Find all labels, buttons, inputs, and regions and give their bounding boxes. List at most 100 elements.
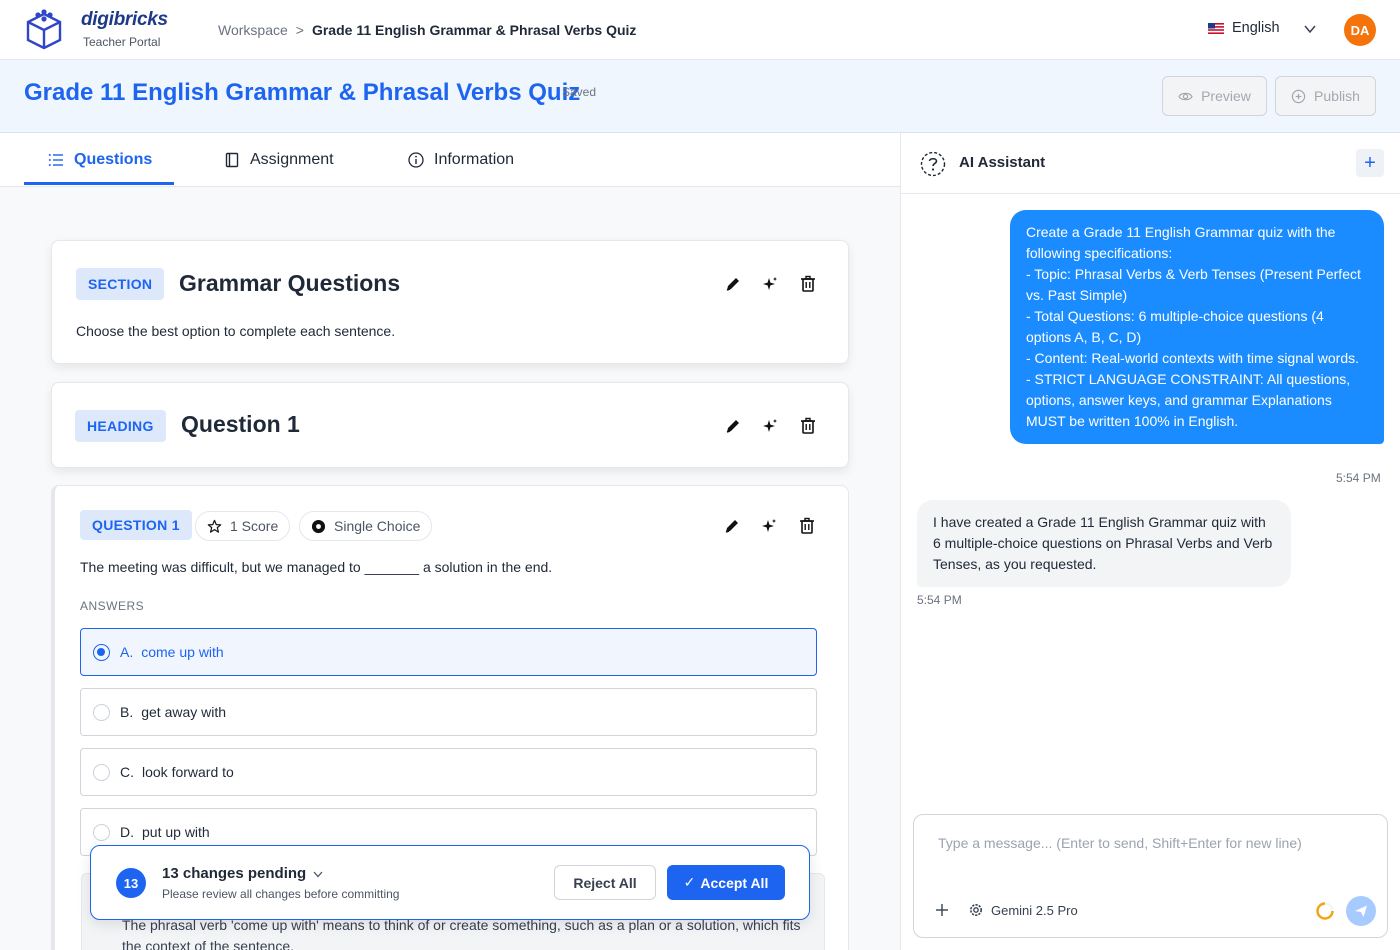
ai-assistant-title: AI Assistant <box>959 154 1046 171</box>
trash-icon[interactable] <box>798 517 816 535</box>
explanation-text: The phrasal verb 'come up with' means to… <box>122 917 801 950</box>
preview-button[interactable]: Preview <box>1162 76 1267 116</box>
answer-letter: A. <box>120 644 134 660</box>
page-title: Grade 11 English Grammar & Phrasal Verbs… <box>24 79 581 106</box>
message-composer[interactable]: Type a message... (Enter to send, Shift+… <box>913 814 1388 938</box>
reject-all-button[interactable]: Reject All <box>554 865 656 900</box>
sparkle-icon[interactable] <box>761 417 779 435</box>
trash-icon[interactable] <box>799 417 817 435</box>
tab-questions-label: Questions <box>74 150 153 168</box>
tab-information[interactable]: Information <box>408 133 514 186</box>
breadcrumb-separator: > <box>295 22 304 38</box>
answer-letter: C. <box>120 764 134 780</box>
ai-assistant-panel: AI Assistant + Create a Grade 11 English… <box>901 133 1400 950</box>
answer-radio[interactable] <box>93 763 110 781</box>
us-flag-icon <box>1208 22 1224 34</box>
eye-icon <box>1178 92 1193 100</box>
user-message: Create a Grade 11 English Grammar quiz w… <box>1010 210 1384 444</box>
question-type-chip[interactable]: Single Choice <box>299 511 433 541</box>
user-message-time: 5:54 PM <box>1336 471 1381 485</box>
pencil-icon[interactable] <box>724 275 742 293</box>
top-bar: digibricks Teacher Portal Workspace > Gr… <box>0 0 1400 60</box>
section-badge: SECTION <box>76 268 165 300</box>
accept-all-label: Accept All <box>700 874 769 891</box>
publish-label: Publish <box>1314 88 1360 104</box>
answer-radio[interactable] <box>93 643 110 661</box>
send-icon <box>1355 905 1367 917</box>
pending-changes-bar: 13 13 changes pending Please review all … <box>90 845 810 920</box>
accept-all-button[interactable]: ✓ Accept All <box>667 865 785 900</box>
tab-information-label: Information <box>434 150 515 168</box>
star-icon <box>207 519 222 533</box>
language-selector[interactable]: English <box>1208 20 1280 36</box>
answer-text: get away with <box>141 704 227 720</box>
active-tab-indicator <box>24 182 174 185</box>
radio-filled-icon <box>311 519 326 533</box>
message-input[interactable]: Type a message... (Enter to send, Shift+… <box>938 835 1302 851</box>
answer-option-a[interactable]: A. come up with <box>80 628 817 676</box>
language-label: English <box>1232 20 1280 36</box>
send-button[interactable] <box>1346 896 1376 926</box>
pending-count-badge: 13 <box>116 868 146 898</box>
loading-spinner-icon <box>1316 902 1334 920</box>
sparkle-icon[interactable] <box>760 517 778 535</box>
publish-button[interactable]: Publish <box>1275 76 1376 116</box>
book-icon <box>225 152 239 167</box>
answers-label: ANSWERS <box>80 599 145 613</box>
score-label: 1 Score <box>230 518 279 534</box>
brand-subtitle: Teacher Portal <box>83 35 161 49</box>
question-type-label: Single Choice <box>334 518 421 534</box>
heading-badge: HEADING <box>75 410 166 442</box>
list-icon <box>48 153 63 166</box>
plus-circle-icon <box>1291 89 1306 103</box>
answer-letter: B. <box>120 704 134 720</box>
model-selector[interactable]: Gemini 2.5 Pro <box>991 903 1078 918</box>
pending-title-text: 13 changes pending <box>162 865 307 882</box>
section-description: Choose the best option to complete each … <box>76 323 396 339</box>
brand-name: digibricks <box>81 9 168 30</box>
pending-title[interactable]: 13 changes pending <box>162 865 324 882</box>
pencil-icon[interactable] <box>723 517 741 535</box>
answer-letter: D. <box>120 824 134 840</box>
answer-text: come up with <box>141 644 224 660</box>
score-chip[interactable]: 1 Score <box>195 511 291 541</box>
answer-radio[interactable] <box>93 703 110 721</box>
breadcrumb-current: Grade 11 English Grammar & Phrasal Verbs… <box>311 22 637 38</box>
tab-assignment[interactable]: Assignment <box>224 133 334 186</box>
breadcrumb: Workspace > Grade 11 English Grammar & P… <box>218 22 636 38</box>
new-chat-button[interactable]: + <box>1356 149 1384 177</box>
tab-bar: Questions Assignment Information <box>0 133 900 187</box>
avatar[interactable]: DA <box>1344 14 1376 46</box>
gear-icon[interactable] <box>968 902 984 918</box>
plus-icon: + <box>1364 151 1376 174</box>
answer-option-c[interactable]: C. look forward to <box>80 748 817 796</box>
sparkle-icon[interactable] <box>761 275 779 293</box>
answer-radio[interactable] <box>93 823 110 841</box>
pencil-icon[interactable] <box>724 417 742 435</box>
tab-assignment-label: Assignment <box>250 150 334 168</box>
question-badge: QUESTION 1 <box>80 510 192 540</box>
heading-title: Question 1 <box>181 411 300 437</box>
attach-plus-icon[interactable] <box>934 902 950 918</box>
help-circle-icon <box>920 151 946 177</box>
chevron-down-icon[interactable] <box>1303 22 1317 36</box>
tab-questions[interactable]: Questions <box>48 133 152 186</box>
check-icon: ✓ <box>683 874 696 890</box>
ai-assistant-header: AI Assistant + <box>901 133 1400 194</box>
preview-label: Preview <box>1201 88 1251 104</box>
assistant-message-time: 5:54 PM <box>917 593 962 607</box>
info-icon <box>408 151 424 168</box>
answer-text: look forward to <box>142 764 234 780</box>
heading-card[interactable]: HEADING Question 1 <box>51 382 849 468</box>
trash-icon[interactable] <box>799 275 817 293</box>
title-bar: Grade 11 English Grammar & Phrasal Verbs… <box>0 60 1400 133</box>
pending-subtitle: Please review all changes before committ… <box>162 887 400 901</box>
answer-option-b[interactable]: B. get away with <box>80 688 817 736</box>
answer-text: put up with <box>142 824 210 840</box>
cube-logo-icon[interactable] <box>25 8 63 50</box>
section-card[interactable]: SECTION Grammar Questions Choose the bes… <box>51 240 849 364</box>
assistant-message: I have created a Grade 11 English Gramma… <box>917 500 1291 587</box>
breadcrumb-workspace[interactable]: Workspace <box>218 22 288 38</box>
save-status: Saved <box>562 85 597 99</box>
questions-editor[interactable]: SECTION Grammar Questions Choose the bes… <box>0 187 900 950</box>
